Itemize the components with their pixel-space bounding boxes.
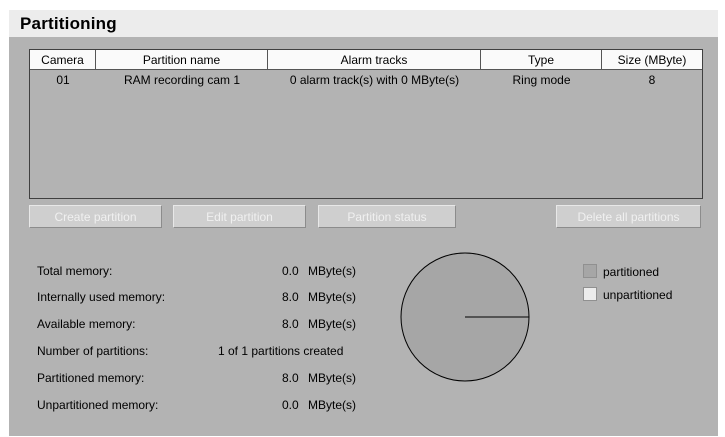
- partition-count-label: Number of partitions:: [37, 344, 149, 358]
- unpartitioned-memory-unit: MByte(s): [308, 398, 356, 412]
- partition-count-value: 1 of 1 partitions created: [218, 344, 344, 358]
- unpartitioned-memory-value: 0.0: [282, 398, 299, 412]
- partition-table[interactable]: Camera Partition name Alarm tracks Type …: [29, 49, 703, 199]
- cell-alarm-tracks: 0 alarm track(s) with 0 MByte(s): [289, 73, 460, 87]
- column-header-camera[interactable]: Camera: [30, 50, 96, 70]
- partition-status-button[interactable]: Partition status: [318, 205, 456, 228]
- unpartitioned-memory-label: Unpartitioned memory:: [37, 398, 159, 412]
- cell-type: Ring mode: [512, 73, 571, 87]
- partitioned-memory-value: 8.0: [282, 371, 299, 385]
- page-title: Partitioning: [20, 14, 117, 33]
- title-bar: Partitioning: [9, 10, 718, 37]
- create-partition-button[interactable]: Create partition: [29, 205, 162, 228]
- legend-partitioned-label: partitioned: [603, 265, 660, 279]
- available-memory-label: Available memory:: [37, 317, 136, 331]
- column-header-alarm-tracks[interactable]: Alarm tracks: [268, 50, 481, 70]
- internal-memory-unit: MByte(s): [308, 290, 356, 304]
- internal-memory-value: 8.0: [282, 290, 299, 304]
- delete-all-partitions-button[interactable]: Delete all partitions: [556, 205, 701, 228]
- total-memory-value: 0.0: [282, 264, 299, 278]
- column-header-size[interactable]: Size (MByte): [602, 50, 702, 70]
- total-memory-label: Total memory:: [37, 264, 113, 278]
- partitioned-memory-label: Partitioned memory:: [37, 371, 145, 385]
- cell-camera: 01: [56, 73, 70, 87]
- column-header-partition-name[interactable]: Partition name: [96, 50, 268, 70]
- legend-unpartitioned-swatch: [583, 287, 597, 301]
- column-header-type[interactable]: Type: [481, 50, 602, 70]
- legend-unpartitioned-label: unpartitioned: [603, 288, 673, 302]
- internal-memory-label: Internally used memory:: [37, 290, 166, 304]
- cell-size: 8: [648, 73, 656, 87]
- partitioned-memory-unit: MByte(s): [308, 371, 356, 385]
- memory-pie-chart: [400, 252, 530, 382]
- total-memory-unit: MByte(s): [308, 264, 356, 278]
- edit-partition-button[interactable]: Edit partition: [173, 205, 306, 228]
- available-memory-unit: MByte(s): [308, 317, 356, 331]
- legend-partitioned-swatch: [583, 264, 597, 278]
- cell-partition-name: RAM recording cam 1: [123, 73, 241, 87]
- available-memory-value: 8.0: [282, 317, 299, 331]
